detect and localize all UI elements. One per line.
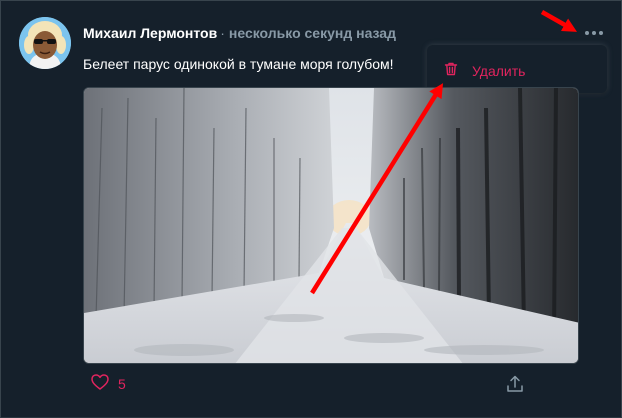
delete-label: Удалить bbox=[472, 63, 526, 79]
ellipsis-icon-dot bbox=[585, 31, 589, 35]
share-upload-icon bbox=[505, 375, 525, 398]
post-image[interactable] bbox=[83, 87, 579, 364]
trash-icon bbox=[443, 61, 459, 77]
post-header: Михаил Лермонтов · несколько секунд назад bbox=[83, 25, 396, 41]
more-options-button[interactable] bbox=[581, 23, 607, 43]
delete-menu-item[interactable]: Удалить bbox=[427, 45, 607, 93]
post-options-menu: Удалить bbox=[427, 45, 607, 93]
post-text: Белеет парус одинокой в тумане моря голу… bbox=[83, 56, 394, 72]
header-separator: · bbox=[220, 25, 225, 41]
ellipsis-icon-dot bbox=[592, 31, 596, 35]
post-card: Михаил Лермонтов · несколько секунд назад … bbox=[0, 0, 622, 418]
post-timestamp[interactable]: несколько секунд назад bbox=[229, 25, 396, 41]
like-button[interactable]: 5 bbox=[91, 373, 126, 395]
like-count: 5 bbox=[118, 376, 126, 392]
share-button[interactable] bbox=[505, 374, 525, 394]
avatar[interactable] bbox=[19, 17, 71, 69]
author-name[interactable]: Михаил Лермонтов bbox=[83, 25, 217, 41]
ellipsis-icon-dot bbox=[599, 31, 603, 35]
heart-outline-icon bbox=[91, 373, 109, 395]
